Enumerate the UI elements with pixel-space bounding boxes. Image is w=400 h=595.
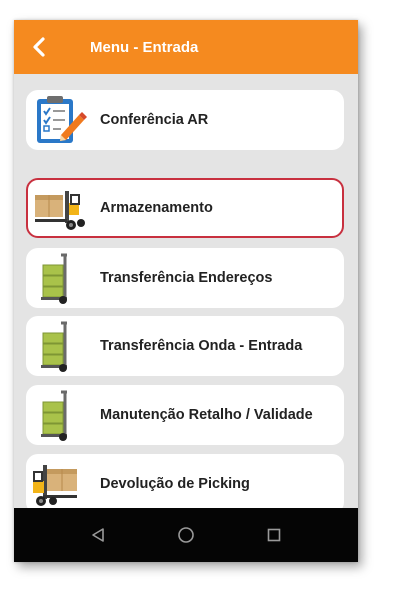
home-circle-icon xyxy=(178,527,194,543)
hand-truck-icon xyxy=(30,387,88,443)
menu-item-label: Transferência Onda - Entrada xyxy=(100,338,303,354)
hand-truck-icon xyxy=(30,250,88,306)
menu-item-label: Transferência Endereços xyxy=(100,270,273,286)
back-button[interactable] xyxy=(14,20,64,74)
menu-item-armazenamento[interactable]: Armazenamento xyxy=(26,178,344,238)
menu-item-manutencao-retalho-validade[interactable]: Manutenção Retalho / Validade xyxy=(26,385,344,445)
phone-screen: Menu - Entrada Conferência AR Armazename… xyxy=(14,20,358,562)
android-nav-bar xyxy=(14,508,358,562)
nav-back-button[interactable] xyxy=(78,515,118,555)
back-triangle-icon xyxy=(92,528,104,542)
menu-item-label: Armazenamento xyxy=(100,200,213,216)
menu-item-devolucao-de-picking[interactable]: Devolução de Picking xyxy=(26,454,344,508)
page-title: Menu - Entrada xyxy=(90,38,199,56)
menu-item-label: Conferência AR xyxy=(100,112,209,128)
nav-home-button[interactable] xyxy=(166,515,206,555)
chevron-left-icon xyxy=(33,37,45,57)
menu-item-label: Manutenção Retalho / Validade xyxy=(100,407,313,423)
menu-item-conferencia-ar[interactable]: Conferência AR xyxy=(26,90,344,150)
nav-recents-button[interactable] xyxy=(254,515,294,555)
forklift-boxes-icon xyxy=(30,456,88,508)
app-bar: Menu - Entrada xyxy=(14,20,358,74)
menu-item-transferencia-onda-entrada[interactable]: Transferência Onda - Entrada xyxy=(26,316,344,376)
clipboard-checklist-icon xyxy=(30,92,88,148)
forklift-boxes-icon xyxy=(30,180,88,236)
recents-square-icon xyxy=(267,528,281,542)
menu-item-label: Devolução de Picking xyxy=(100,476,250,492)
menu-item-transferencia-enderecos[interactable]: Transferência Endereços xyxy=(26,248,344,308)
menu-list: Conferência AR Armazenamento Transferênc… xyxy=(14,74,358,508)
hand-truck-icon xyxy=(30,318,88,374)
